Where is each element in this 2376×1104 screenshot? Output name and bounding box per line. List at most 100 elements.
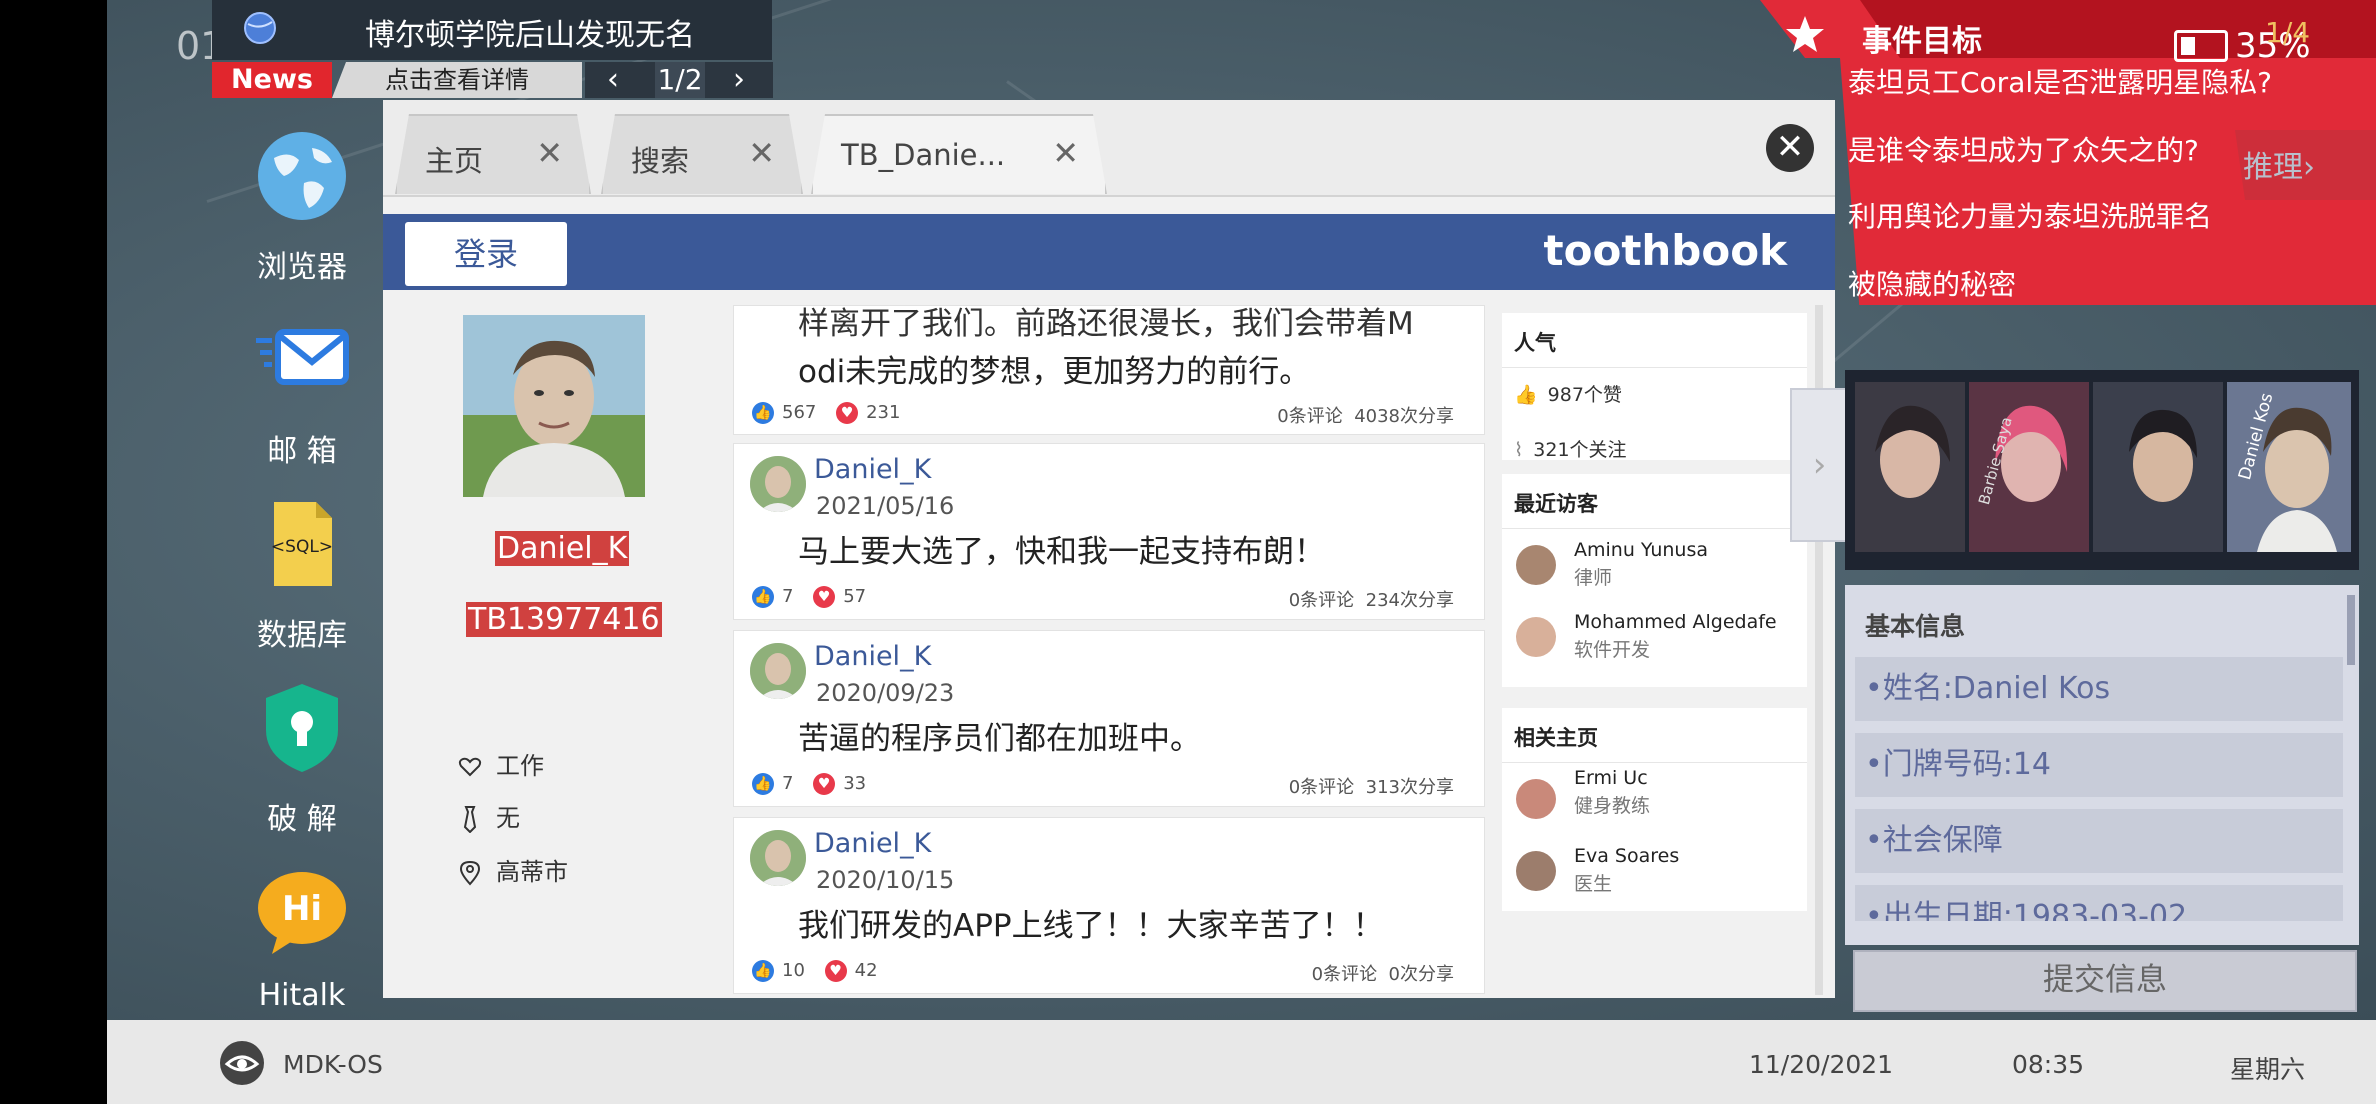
post-date: 2020/09/23 bbox=[816, 679, 955, 707]
heart-count: 33 bbox=[843, 773, 867, 794]
basic-info-title: 基本信息 bbox=[1865, 612, 1966, 641]
post-text: 苦逼的程序员们都在加班中。 bbox=[798, 721, 1201, 757]
os-logo-icon[interactable] bbox=[219, 1040, 265, 1086]
desktop-icon-mail[interactable]: 邮 箱 bbox=[227, 312, 377, 470]
post-share-stats: 0条评论 4038次分享 bbox=[1277, 402, 1454, 428]
like-icon[interactable]: 👍 bbox=[752, 402, 774, 424]
news-globe-icon bbox=[244, 12, 276, 44]
related-item[interactable]: Ermi Uc 健身教练 bbox=[1502, 763, 1807, 835]
visitor-item[interactable]: Aminu Yunusa 律师 bbox=[1502, 529, 1807, 601]
news-next-icon[interactable]: › bbox=[733, 62, 745, 98]
post-stats: 👍 10 ♥ 42 bbox=[752, 960, 878, 982]
profile-location: 高蒂市 bbox=[496, 858, 568, 886]
like-icon[interactable]: 👍 bbox=[752, 586, 774, 608]
related-title: 相关主页 bbox=[1502, 708, 1807, 763]
news-prev-icon[interactable]: ‹ bbox=[607, 62, 619, 98]
news-title[interactable]: 博尔顿学院后山发现无名 bbox=[365, 10, 695, 54]
profile-work: 工作 bbox=[496, 752, 544, 780]
related-role: 医生 bbox=[1574, 873, 1613, 895]
post-text: 样离开了我们。前路还很漫长，我们会带着M bbox=[798, 306, 1414, 342]
basic-info-row[interactable]: •出生日期:1983-03-02 bbox=[1855, 885, 2343, 921]
post-stats: 👍 7 ♥ 33 bbox=[752, 773, 866, 795]
tab-home-label: 主页 bbox=[425, 144, 484, 178]
desktop-icon-crack[interactable]: 破 解 bbox=[227, 680, 377, 838]
visitor-name: Mohammed Algedafe bbox=[1574, 611, 1777, 633]
taskbar-date: 11/20/2021 bbox=[1749, 1050, 1894, 1079]
event-goal-item[interactable]: 利用舆论力量为泰坦洗脱罪名 bbox=[1848, 200, 2348, 234]
tab-home[interactable]: 主页 ✕ bbox=[395, 114, 591, 194]
like-icon[interactable]: 👍 bbox=[752, 960, 774, 982]
visitor-name: Aminu Yunusa bbox=[1574, 539, 1709, 561]
profile-tie: 无 bbox=[496, 804, 520, 832]
related-name: Ermi Uc bbox=[1574, 767, 1648, 789]
tab-search[interactable]: 搜索 ✕ bbox=[601, 114, 803, 194]
svg-text:<SQL>: <SQL> bbox=[271, 537, 333, 557]
news-page-indicator: 1/2 bbox=[655, 62, 705, 98]
like-count: 7 bbox=[782, 773, 794, 794]
event-goal-item[interactable]: 泰坦员工Coral是否泄露明星隐私? bbox=[1848, 66, 2348, 100]
close-tab-icon[interactable]: ✕ bbox=[1052, 134, 1079, 172]
desktop-icon-browser-label: 浏览器 bbox=[257, 250, 347, 285]
visitor-item[interactable]: Mohammed Algedafe 软件开发 bbox=[1502, 601, 1807, 673]
heart-count: 231 bbox=[866, 402, 901, 423]
visitors-title: 最近访客 bbox=[1502, 474, 1807, 529]
desktop-icon-hitalk[interactable]: Hi Hitalk bbox=[227, 864, 377, 1013]
post-share-stats: 0条评论 313次分享 bbox=[1289, 773, 1454, 799]
news-detail-link[interactable]: 点击查看详情 bbox=[332, 62, 582, 98]
tie-icon bbox=[463, 806, 477, 834]
info-scrollbar[interactable] bbox=[2347, 595, 2355, 665]
infer-button[interactable]: 推理› bbox=[2243, 142, 2315, 186]
star-icon bbox=[1786, 16, 1824, 52]
like-icon[interactable]: 👍 bbox=[752, 773, 774, 795]
related-avatar bbox=[1516, 779, 1556, 819]
popularity-title: 人气 bbox=[1502, 313, 1807, 368]
basic-info-row[interactable]: •门牌号码:14 bbox=[1855, 733, 2343, 797]
profile-avatar bbox=[463, 315, 645, 497]
heart-count: 42 bbox=[854, 960, 878, 981]
comment-count: 0条评论 bbox=[1311, 964, 1378, 985]
post-author[interactable]: Daniel_K bbox=[814, 641, 931, 672]
post-avatar bbox=[750, 643, 806, 699]
mail-icon bbox=[256, 329, 349, 385]
profile-id: TB13977416 bbox=[466, 602, 662, 637]
heart-icon[interactable]: ♥ bbox=[813, 773, 836, 795]
battery-icon bbox=[2174, 30, 2228, 62]
related-name: Eva Soares bbox=[1574, 845, 1680, 867]
heart-icon[interactable]: ♥ bbox=[836, 402, 859, 424]
likes-row: 👍 987个赞 bbox=[1502, 368, 1807, 425]
sql-icon: <SQL> bbox=[271, 502, 333, 586]
desktop-icon-browser[interactable]: 浏览器 bbox=[227, 128, 377, 286]
desktop-icon-database-label: 数据库 bbox=[257, 618, 347, 653]
character-portrait[interactable] bbox=[1855, 382, 1965, 552]
post-stats: 👍 567 ♥ 231 bbox=[752, 402, 900, 424]
collapse-handle[interactable]: › bbox=[1790, 388, 1849, 542]
total-likes: 987个赞 bbox=[1547, 384, 1622, 406]
character-portrait[interactable] bbox=[2093, 382, 2223, 552]
post-author[interactable]: Daniel_K bbox=[814, 828, 931, 859]
basic-info-row[interactable]: •姓名:Daniel Kos bbox=[1855, 657, 2343, 721]
close-tab-icon[interactable]: ✕ bbox=[748, 134, 775, 172]
login-button[interactable]: 登录 bbox=[405, 222, 567, 286]
profile-work-row: 工作 bbox=[458, 746, 544, 781]
related-item[interactable]: Eva Soares 医生 bbox=[1502, 835, 1807, 907]
profile-name: Daniel_K bbox=[495, 531, 630, 566]
post-card: 样离开了我们。前路还很漫长，我们会带着M odi未完成的梦想，更加努力的前行。 … bbox=[733, 305, 1485, 435]
visitor-role: 软件开发 bbox=[1574, 639, 1651, 661]
heart-icon[interactable]: ♥ bbox=[813, 586, 836, 608]
shield-icon bbox=[266, 684, 338, 772]
heart-icon[interactable]: ♥ bbox=[824, 960, 847, 982]
tab-profile[interactable]: TB_Danie... ✕ bbox=[811, 114, 1107, 194]
event-goal-item[interactable]: 被隐藏的秘密 bbox=[1848, 268, 2348, 302]
character-portrait[interactable]: Daniel Kos bbox=[2227, 382, 2351, 552]
post-author[interactable]: Daniel_K bbox=[814, 454, 931, 485]
basic-info-row[interactable]: •社会保障号:AG02519820302857 bbox=[1855, 809, 2343, 922]
character-strip: Barbie Saya Daniel Kos bbox=[1845, 370, 2359, 570]
post-avatar bbox=[750, 830, 806, 886]
event-title: 事件目标 bbox=[1862, 24, 1982, 59]
visitor-avatar bbox=[1516, 617, 1556, 657]
character-portrait[interactable]: Barbie Saya bbox=[1969, 382, 2089, 552]
os-name: MDK-OS bbox=[283, 1050, 383, 1079]
close-tab-icon[interactable]: ✕ bbox=[536, 134, 563, 172]
submit-info-button[interactable]: 提交信息 bbox=[1853, 950, 2357, 1012]
desktop-icon-database[interactable]: <SQL> 数据库 bbox=[227, 496, 377, 654]
